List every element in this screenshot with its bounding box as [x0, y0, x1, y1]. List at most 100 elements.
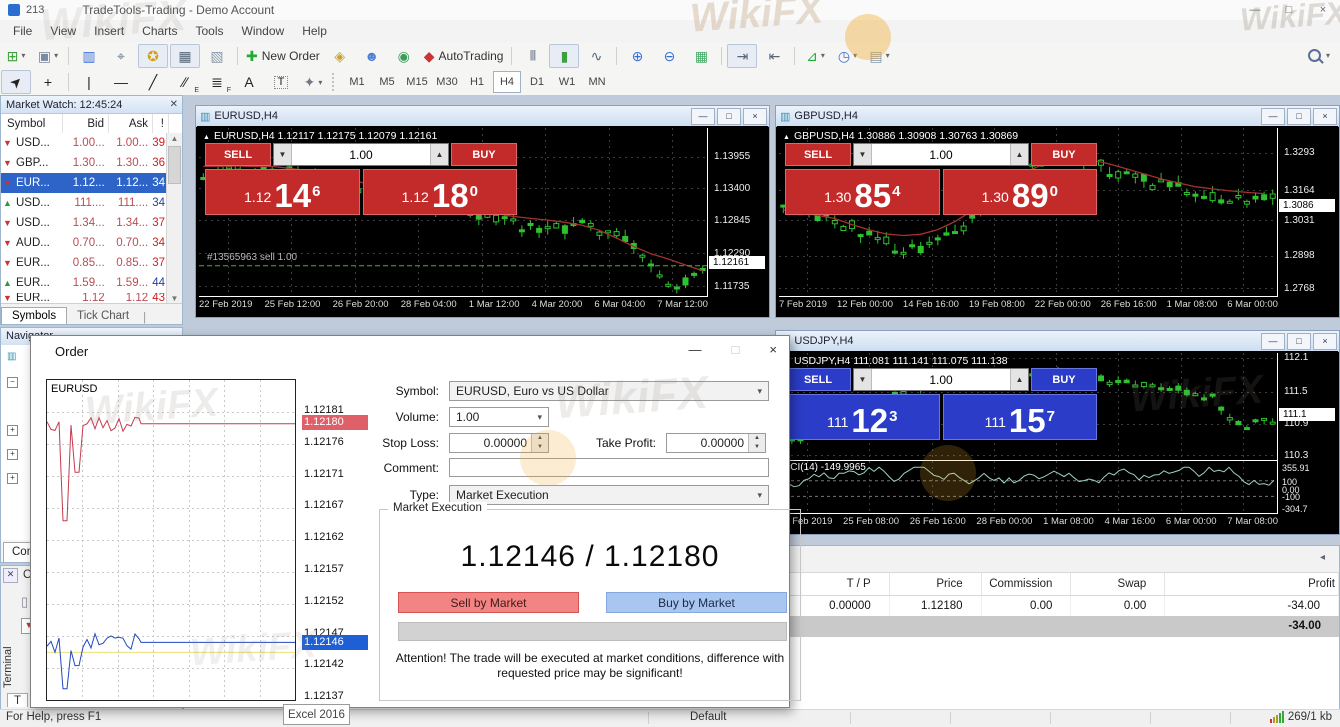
trendline-tool-button[interactable]: ╱: [138, 70, 168, 94]
new-chart-button[interactable]: ⊞▾: [1, 44, 31, 68]
timeframe-d1[interactable]: D1: [523, 71, 551, 93]
line-chart-mode-button[interactable]: ∿: [581, 44, 611, 68]
terminal-column-header[interactable]: Profit: [1165, 573, 1339, 595]
tree-expand-icon[interactable]: +: [7, 449, 18, 460]
cci-indicator-pane[interactable]: CCI(14) -149.9965: [779, 460, 1278, 514]
buy-button[interactable]: BUY: [1031, 143, 1097, 166]
minimize-button[interactable]: —: [1238, 0, 1272, 20]
market-watch-row[interactable]: ▼EUR...1.12...1.12...34: [1, 173, 167, 193]
periods-button[interactable]: ◷▾: [832, 44, 862, 68]
chart-restore-button[interactable]: □: [717, 108, 741, 125]
bid-price-box[interactable]: 111123: [785, 394, 940, 440]
tick-chart-plot[interactable]: EURUSD: [46, 379, 296, 701]
market-watch-row[interactable]: ▼USD...1.00...1.00...39: [1, 133, 167, 153]
horizontal-line-tool-button[interactable]: —: [106, 70, 136, 94]
auto-scroll-button[interactable]: ⇥: [727, 44, 757, 68]
status-profile[interactable]: Default: [690, 711, 726, 723]
comment-input[interactable]: [449, 458, 769, 477]
navigator-button[interactable]: ✪: [138, 44, 168, 68]
menu-file[interactable]: File: [4, 20, 41, 42]
menu-insert[interactable]: Insert: [85, 20, 133, 42]
collapse-icon[interactable]: ▲: [783, 134, 790, 141]
tree-expand-icon[interactable]: +: [7, 473, 18, 484]
buy-button[interactable]: BUY: [451, 143, 517, 166]
scroll-thumb[interactable]: [168, 146, 181, 184]
profiles-button[interactable]: ▣▾: [33, 44, 63, 68]
market-watch-scrollbar[interactable]: ▲ ▼: [166, 133, 182, 304]
crosshair-tool-button[interactable]: +: [33, 70, 63, 94]
buy-button[interactable]: BUY: [1031, 368, 1097, 391]
market-watch-close-icon[interactable]: ✕: [170, 99, 178, 110]
zoom-out-button[interactable]: ⊖: [654, 44, 684, 68]
channel-tool-button[interactable]: ∕∕E: [170, 70, 200, 94]
tile-windows-button[interactable]: ▦: [686, 44, 716, 68]
chat-button[interactable]: ☻: [357, 44, 387, 68]
menu-window[interactable]: Window: [233, 20, 294, 42]
terminal-column-header[interactable]: Swap: [1071, 573, 1165, 595]
timeframe-mn[interactable]: MN: [583, 71, 611, 93]
bid-price-box[interactable]: 1.12146: [205, 169, 360, 215]
chart-titlebar[interactable]: ▥ USDJPY,H4 — □ ×: [776, 331, 1339, 352]
terminal-button[interactable]: ▦: [170, 44, 200, 68]
ask-price-box[interactable]: 1.30890: [943, 169, 1098, 215]
sell-by-market-button[interactable]: Sell by Market: [398, 592, 579, 613]
volume-input[interactable]: 1.00: [872, 144, 1010, 165]
chart-shift-button[interactable]: ⇤: [759, 44, 789, 68]
volume-increase-button[interactable]: ▲: [430, 144, 448, 165]
price-chart-eurusd[interactable]: ▲EURUSD,H4 1.12117 1.12175 1.12079 1.121…: [199, 128, 708, 297]
chart-minimize-button[interactable]: —: [1261, 333, 1285, 350]
strategy-tester-button[interactable]: ▧: [202, 44, 232, 68]
expert-advisors-button[interactable]: ◈: [325, 44, 355, 68]
label-tool-button[interactable]: T: [266, 70, 296, 94]
sell-button[interactable]: SELL: [785, 368, 851, 391]
collapse-icon[interactable]: ▲: [203, 134, 210, 141]
chart-close-button[interactable]: ×: [1313, 333, 1337, 350]
toolbar-handle[interactable]: [332, 73, 339, 91]
chart-restore-button[interactable]: □: [1287, 108, 1311, 125]
volume-increase-button[interactable]: ▲: [1010, 144, 1028, 165]
tree-collapse-icon[interactable]: −: [7, 377, 18, 388]
bar-chart-mode-button[interactable]: |||: [517, 44, 547, 68]
terminal-column-header[interactable]: Commission: [982, 573, 1072, 595]
buy-by-market-button[interactable]: Buy by Market: [606, 592, 787, 613]
market-watch-row[interactable]: ▼USD...1.34...1.34...37: [1, 213, 167, 233]
market-watch-column-bid[interactable]: Bid: [63, 114, 109, 134]
shapes-tool-button[interactable]: ✦▾: [298, 70, 328, 94]
volume-decrease-button[interactable]: ▼: [854, 369, 872, 390]
menu-tools[interactable]: Tools: [187, 20, 233, 42]
type-select[interactable]: Market Execution▾: [449, 485, 769, 505]
chart-minimize-button[interactable]: —: [691, 108, 715, 125]
templates-button[interactable]: ▤▾: [864, 44, 894, 68]
price-chart-gbpusd[interactable]: ▲GBPUSD,H4 1.30886 1.30908 1.30763 1.308…: [779, 128, 1278, 297]
terminal-close-icon[interactable]: ✕: [3, 568, 18, 583]
volume-select[interactable]: 1.00▾: [449, 407, 549, 427]
sell-button[interactable]: SELL: [785, 143, 851, 166]
timeframe-m15[interactable]: M15: [403, 71, 431, 93]
market-watch-column-ask[interactable]: Ask: [109, 114, 153, 134]
sell-button[interactable]: SELL: [205, 143, 271, 166]
order-dialog-titlebar[interactable]: Order — □ ×: [31, 336, 789, 366]
timeframe-m1[interactable]: M1: [343, 71, 371, 93]
tree-expand-icon[interactable]: +: [7, 425, 18, 436]
data-window-button[interactable]: ⌖: [106, 44, 136, 68]
fibonacci-tool-button[interactable]: ≣F: [202, 70, 232, 94]
chart-titlebar[interactable]: ▥ EURUSD,H4 — □ ×: [196, 106, 769, 127]
volume-increase-button[interactable]: ▲: [1010, 369, 1028, 390]
autotrading-button[interactable]: ◆AutoTrading: [421, 44, 507, 68]
take-profit-decrease-button[interactable]: ▼: [749, 443, 765, 452]
chart-restore-button[interactable]: □: [1287, 333, 1311, 350]
volume-input[interactable]: 1.00: [292, 144, 430, 165]
volume-input[interactable]: 1.00: [872, 369, 1010, 390]
vertical-line-tool-button[interactable]: |: [74, 70, 104, 94]
terminal-column-header[interactable]: Price: [890, 573, 982, 595]
timeframe-h4[interactable]: H4: [493, 71, 521, 93]
stop-loss-input[interactable]: 0.00000 ▲▼: [449, 433, 549, 453]
cursor-tool-button[interactable]: ➤: [1, 70, 31, 94]
menu-view[interactable]: View: [41, 20, 85, 42]
scroll-down-icon[interactable]: ▼: [167, 294, 182, 303]
timeframe-m30[interactable]: M30: [433, 71, 461, 93]
volume-decrease-button[interactable]: ▼: [274, 144, 292, 165]
document-icon[interactable]: ▯: [21, 594, 28, 610]
dialog-close-button[interactable]: ×: [769, 342, 777, 357]
market-watch-row[interactable]: ▼AUD...0.70...0.70...34: [1, 233, 167, 253]
